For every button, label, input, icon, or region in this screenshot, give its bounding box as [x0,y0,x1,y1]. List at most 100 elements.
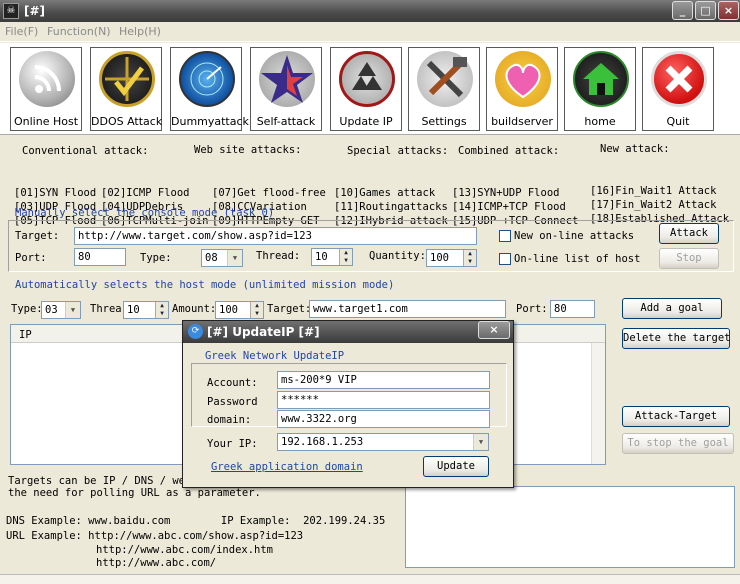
online-list-label: On-line list of host [514,253,641,265]
dialog-close-button[interactable]: × [478,321,510,339]
type-select[interactable]: 08 ▼ [201,249,243,267]
menu-file[interactable]: File(F) [5,25,38,38]
spin-up-icon[interactable]: ▲ [156,302,168,310]
dummy-attack-button[interactable]: Dummyattack [170,47,249,131]
chevron-down-icon[interactable]: ▼ [227,250,242,266]
status-bar [0,574,740,584]
password-label: Password [207,396,258,408]
thread-label: Thread: [256,250,301,262]
toolbar: Online Host DDOS Attack Dummyattack Self… [0,43,740,135]
url-example-1: URL Example: http://www.abc.com/show.asp… [6,530,304,542]
recycle-icon [339,51,395,107]
amount-stepper[interactable]: 100 ▲ ▼ [215,301,264,319]
dialog-title: [#] UpdateIP [#] [207,325,320,339]
quantity-label: Quantity: [369,250,426,262]
radar-icon [179,51,235,107]
apply-domain-link[interactable]: Greek application domain [211,461,363,473]
quit-button[interactable]: Quit [642,47,714,131]
ip-select[interactable]: 192.168.1.253 ▼ [277,433,489,451]
add-goal-button[interactable]: Add a goal [622,298,722,319]
attack-target-button[interactable]: Attack-Target [622,406,730,427]
spin-down-icon[interactable]: ▼ [251,310,263,318]
log-box[interactable] [405,486,735,568]
close-button[interactable]: × [718,1,739,20]
settings-button[interactable]: Settings [408,47,480,131]
update-ip-dialog: ⟳ [#] UpdateIP [#] × Greek Network Updat… [182,320,514,488]
combined-header: Combined attack: [458,145,560,157]
quantity-stepper[interactable]: 100 ▲ ▼ [426,249,477,267]
spin-down-icon[interactable]: ▼ [340,257,352,265]
auto-type-label: Type: [11,303,43,315]
thread-stepper[interactable]: 10 ▲ ▼ [311,248,353,266]
auto-type-select[interactable]: 03 ▼ [41,301,81,319]
online-list-checkbox[interactable] [499,253,511,265]
special-header: Special attacks: [347,145,449,157]
url-example-2: http://www.abc.com/index.htm [96,544,274,556]
menu-bar: File(F) Function(N) Help(H) [0,22,740,42]
maximize-button[interactable]: □ [695,1,716,20]
attack-button[interactable]: Attack [659,223,719,244]
spin-down-icon[interactable]: ▼ [156,310,168,318]
port-label: Port: [15,252,47,264]
spin-up-icon[interactable]: ▲ [340,249,352,257]
auto-thread-label: Threa [90,303,122,315]
tools-icon [417,51,473,107]
new-online-checkbox[interactable] [499,230,511,242]
new-online-label: New on-line attacks [514,230,635,242]
heart-icon [495,51,551,107]
list-scrollbar[interactable] [591,343,605,464]
domain-input[interactable]: www.3322.org [277,410,490,428]
auto-port-label: Port: [516,303,548,315]
chevron-down-icon[interactable]: ▼ [473,434,488,450]
auto-target-input[interactable]: www.target1.com [309,300,506,318]
online-host-button[interactable]: Online Host [10,47,82,131]
spin-up-icon[interactable]: ▲ [251,302,263,310]
conventional-header: Conventional attack: [22,145,149,157]
target-check-icon [99,51,155,107]
ip-column-header[interactable]: IP [19,329,32,341]
help-line-2: the need for polling URL as a parameter. [8,487,261,499]
port-input[interactable]: 80 [74,248,126,266]
minimize-button[interactable]: _ [672,1,693,20]
stop-goal-button[interactable]: To stop the goal [622,433,734,454]
dialog-heading: Greek Network UpdateIP [205,350,345,362]
chevron-down-icon[interactable]: ▼ [65,302,80,318]
auto-target-label: Target: [267,303,312,315]
update-button[interactable]: Update [423,456,489,477]
menu-function[interactable]: Function(N) [47,25,111,38]
account-label: Account: [207,377,258,389]
home-icon [573,51,629,107]
stop-button[interactable]: Stop [659,248,719,269]
spin-up-icon[interactable]: ▲ [464,250,476,258]
target-input[interactable]: http://www.target.com/show.asp?id=123 [74,227,477,245]
dialog-title-bar: ⟳ [#] UpdateIP [#] × [183,321,513,343]
auto-port-input[interactable]: 80 [550,300,595,318]
update-ip-button[interactable]: Update IP [330,47,402,131]
self-attack-button[interactable]: Self-attack [250,47,322,131]
home-button[interactable]: home [564,47,636,131]
password-input[interactable]: ****** [277,391,490,409]
amount-label: Amount: [172,303,217,315]
quit-icon [651,51,707,107]
auto-thread-stepper[interactable]: 10 ▲ ▼ [123,301,169,319]
skull-icon: ☠ [3,3,19,19]
build-server-button[interactable]: buildserver [486,47,558,131]
dialog-app-icon: ⟳ [188,324,203,339]
window-title: [#] [24,4,46,18]
rss-icon [19,51,75,107]
domain-label: domain: [207,414,252,426]
type-label: Type: [140,252,172,264]
star-icon [259,51,315,107]
title-bar: ☠ [#] _ □ × [0,0,740,22]
url-example-3: http://www.abc.com/ [96,557,217,569]
dns-example: DNS Example: www.baidu.com IP Example: 2… [6,515,386,527]
auto-section-title: Automatically selects the host mode (unl… [15,279,395,291]
menu-help[interactable]: Help(H) [119,25,161,38]
new-header: New attack: [600,143,670,155]
ddos-attack-button[interactable]: DDOS Attack [90,47,162,131]
account-input[interactable]: ms-200*9 VIP [277,371,490,389]
delete-target-button[interactable]: Delete the target [622,328,730,349]
spin-down-icon[interactable]: ▼ [464,258,476,266]
your-ip-label: Your IP: [207,438,258,450]
website-header: Web site attacks: [194,144,302,156]
